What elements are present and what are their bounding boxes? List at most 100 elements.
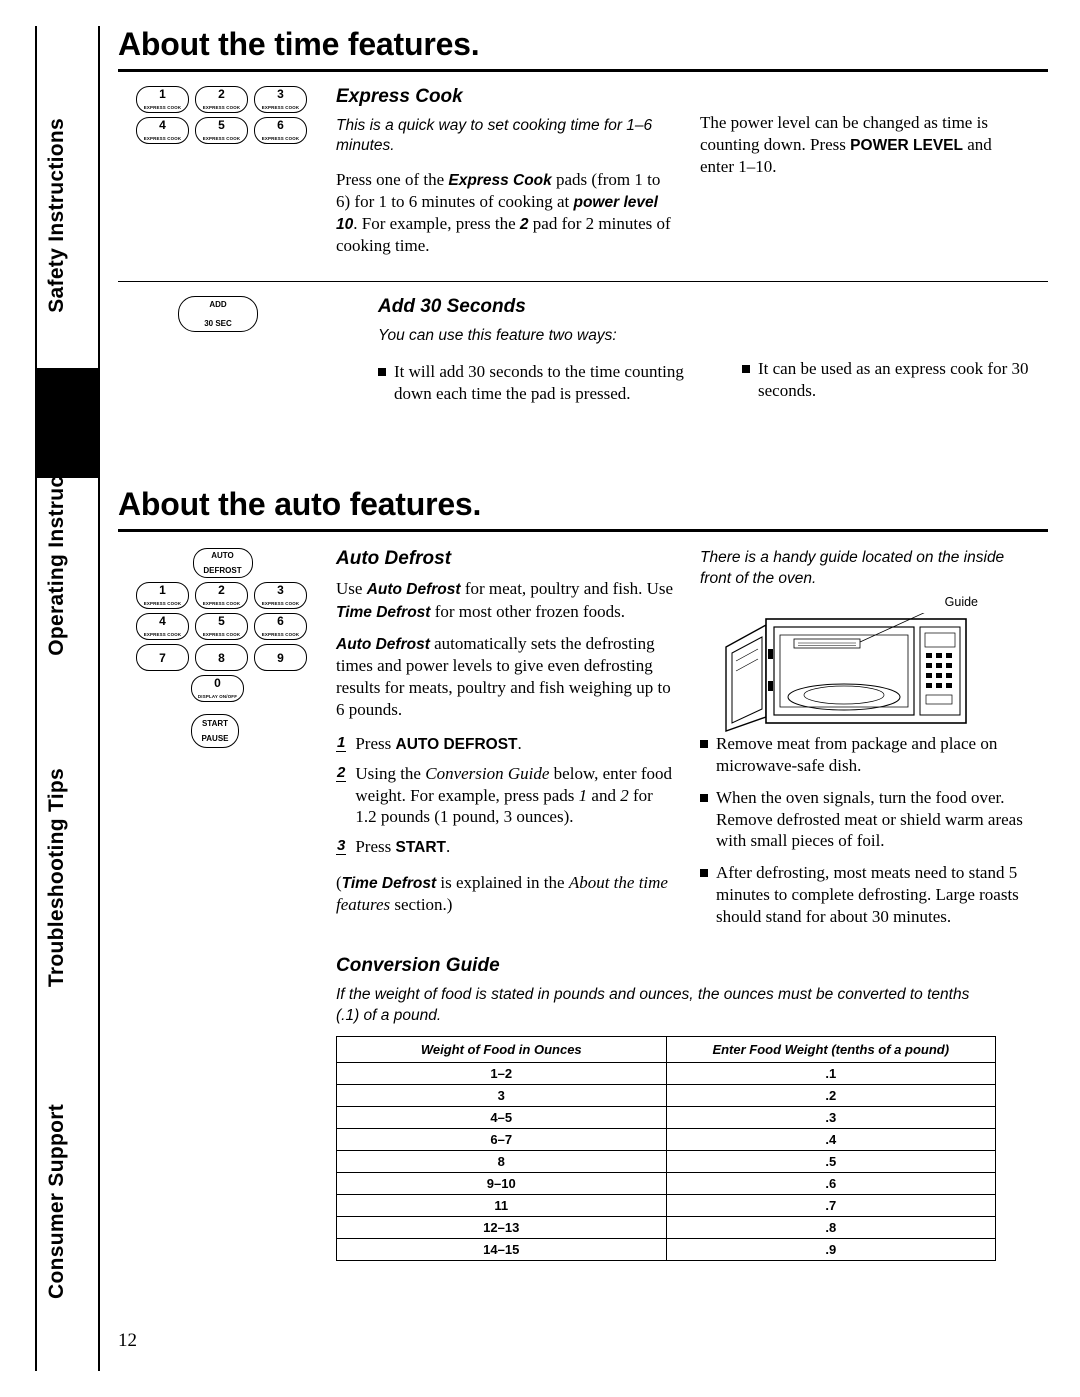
pad-label-line2: 30 SEC	[204, 319, 232, 329]
pad-express-cook-2[interactable]: 2 EXPRESS COOK	[195, 582, 248, 610]
list-item: It will add 30 seconds to the time count…	[378, 361, 718, 405]
table-row: 11 .7	[336, 1194, 996, 1218]
list-item: Remove meat from package and place on mi…	[700, 733, 1030, 777]
sidebar-item-safety-instructions[interactable]: Safety Instructions	[45, 118, 69, 313]
pad-express-cook-1[interactable]: 1 EXPRESS COOK	[136, 582, 189, 610]
pad-express-cook-3[interactable]: 3 EXPRESS COOK	[254, 86, 307, 113]
section-heading-express-cook: Express Cook	[336, 86, 463, 107]
manual-page: Safety Instructions Operating Instructio…	[0, 0, 1080, 1397]
sidebar-item-troubleshooting-tips[interactable]: Troubleshooting Tips	[45, 768, 69, 987]
list-item-text: Remove meat from package and place on mi…	[716, 734, 998, 776]
pad-start-pause[interactable]: START PAUSE	[191, 714, 239, 749]
step-2: 2 Using the Conversion Guide below, ente…	[336, 763, 676, 828]
sidebar-rule-right	[98, 26, 100, 1371]
table-row: 3 .2	[336, 1084, 996, 1108]
pad-label: EXPRESS COOK	[143, 601, 182, 607]
pad-number: 3	[277, 87, 284, 101]
pad-number: 2	[218, 87, 225, 101]
divider-rule-1	[118, 281, 1048, 283]
cell-tenths: .8	[665, 1216, 996, 1240]
add-30-sec-text-right: It can be used as an express cook for 30…	[742, 296, 1072, 414]
express-cook-body: Press one of the Express Cook pads (from…	[336, 169, 671, 256]
pad-label-line2: DEFROST	[203, 566, 242, 576]
add-30-sec-intro: You can use this feature two ways:	[378, 327, 617, 345]
express-cook-intro: This is a quick way to set cooking time …	[336, 117, 653, 155]
table-row: 1–2 .1	[336, 1062, 996, 1086]
cell-tenths: .6	[665, 1172, 996, 1196]
auto-defrost-para-2: Auto Defrost automatically sets the defr…	[336, 633, 671, 719]
cell-tenths: .5	[665, 1150, 996, 1174]
cell-ounces: 3	[336, 1084, 667, 1108]
table-row: 9–10 .6	[336, 1172, 996, 1196]
cell-ounces: 9–10	[336, 1172, 667, 1196]
auto-defrost-text-left: Auto Defrost Use Auto Defrost for meat, …	[336, 548, 700, 937]
pad-number-9[interactable]: 9	[254, 644, 307, 672]
pad-label: DISPLAY ON/OFF	[197, 694, 238, 700]
pad-number: 1	[159, 87, 166, 101]
auto-defrost-para-1: Use Auto Defrost for meat, poultry and f…	[336, 579, 674, 621]
auto-defrost-note: (Time Defrost is explained in the About …	[336, 872, 668, 915]
pad-label: EXPRESS COOK	[202, 601, 241, 607]
list-item: After defrosting, most meats need to sta…	[700, 862, 1030, 927]
page-number: 12	[118, 1330, 137, 1351]
pad-express-cook-1[interactable]: 1 EXPRESS COOK	[136, 86, 189, 113]
cell-ounces: 14–15	[336, 1238, 667, 1262]
pad-express-cook-6[interactable]: 6 EXPRESS COOK	[254, 117, 307, 144]
pad-display-on-off[interactable]: 0 DISPLAY ON/OFF	[191, 675, 244, 703]
step-text: Press AUTO DEFROST.	[355, 734, 522, 754]
step-number: 1	[336, 734, 347, 752]
pad-label: EXPRESS COOK	[202, 105, 241, 110]
list-item-text: After defrosting, most meats need to sta…	[716, 863, 1019, 926]
auto-defrost-keypad: AUTO DEFROST 1 EXPRESS COOK 2 EXPRESS CO…	[118, 548, 336, 937]
pad-express-cook-5[interactable]: 5 EXPRESS COOK	[195, 117, 248, 144]
title-rule-2	[118, 529, 1048, 533]
sidebar-item-operating-instructions[interactable]: Operating Instructions	[45, 424, 69, 656]
express-cook-keypad: 1 EXPRESS COOK 2 EXPRESS COOK 3 EXPRESS …	[118, 86, 336, 257]
bullet-square-icon	[378, 367, 386, 376]
page-content: About the time features. 1 EXPRESS COOK …	[118, 26, 1048, 1262]
pad-express-cook-2[interactable]: 2 EXPRESS COOK	[195, 86, 248, 113]
pad-number-8[interactable]: 8	[195, 644, 248, 672]
pad-number: 7	[159, 650, 166, 665]
pad-express-cook-4[interactable]: 4 EXPRESS COOK	[136, 117, 189, 144]
conversion-guide-block: Conversion Guide If the weight of food i…	[118, 955, 1048, 1262]
page-title-time-features: About the time features.	[118, 26, 480, 62]
step-1: 1 Press AUTO DEFROST.	[336, 733, 676, 755]
pad-number: 5	[218, 118, 225, 132]
pad-number: 0	[214, 676, 221, 691]
column-header-food-weight-tenths: Enter Food Weight (tenths of a pound)	[665, 1036, 996, 1064]
pad-number: 8	[218, 650, 225, 665]
pad-label-line1: AUTO	[211, 551, 234, 561]
pad-label-line1: START	[201, 719, 229, 729]
column-header-weight-ounces: Weight of Food in Ounces	[336, 1036, 667, 1064]
pad-express-cook-6[interactable]: 6 EXPRESS COOK	[254, 613, 307, 641]
add-30-sec-text-left: Add 30 Seconds You can use this feature …	[378, 296, 742, 414]
add-30-seconds-block: ADD 30 SEC Add 30 Seconds You can use th…	[118, 296, 1048, 414]
pad-number-7[interactable]: 7	[136, 644, 189, 672]
step-3: 3 Press START.	[336, 836, 676, 858]
cell-tenths: .7	[665, 1194, 996, 1218]
page-title-auto-features: About the auto features.	[118, 486, 482, 523]
pad-express-cook-3[interactable]: 3 EXPRESS COOK	[254, 582, 307, 610]
pad-label: EXPRESS COOK	[261, 632, 300, 638]
cell-ounces: 12–13	[336, 1216, 667, 1240]
step-text: Press START.	[355, 837, 451, 857]
pad-number: 9	[277, 650, 284, 665]
pad-number: 4	[159, 614, 166, 629]
pad-label: EXPRESS COOK	[261, 601, 300, 607]
cell-tenths: .9	[665, 1238, 996, 1262]
pad-label-line1: ADD	[209, 300, 227, 310]
pad-add-30-sec[interactable]: ADD 30 SEC	[178, 296, 258, 333]
pad-express-cook-4[interactable]: 4 EXPRESS COOK	[136, 613, 189, 641]
sidebar-item-consumer-support[interactable]: Consumer Support	[45, 1104, 69, 1299]
pad-number: 1	[159, 583, 166, 598]
pad-label: EXPRESS COOK	[202, 632, 241, 638]
pad-number: 3	[277, 583, 284, 598]
pad-label: EXPRESS COOK	[143, 136, 182, 141]
pad-express-cook-5[interactable]: 5 EXPRESS COOK	[195, 613, 248, 641]
section-heading-add-30-seconds: Add 30 Seconds	[378, 296, 526, 318]
cell-tenths: .2	[665, 1084, 996, 1108]
auto-defrost-text-right: There is a handy guide located on the in…	[700, 548, 1030, 937]
pad-auto-defrost[interactable]: AUTO DEFROST	[192, 548, 253, 579]
pad-number: 2	[218, 583, 225, 598]
